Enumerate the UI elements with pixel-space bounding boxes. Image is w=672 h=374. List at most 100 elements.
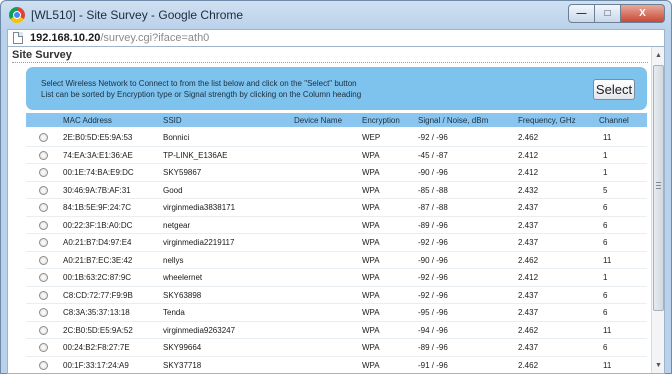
network-radio-button[interactable] <box>39 150 48 160</box>
address-bar[interactable]: 192.168.10.20/survey.cgi?iface=ath0 <box>7 29 665 47</box>
network-radio-button[interactable] <box>39 273 48 282</box>
encryption-cell: WPA <box>362 185 380 195</box>
frequency-cell: 2.437 <box>518 220 539 230</box>
signal-cell: -90 / -96 <box>418 255 448 265</box>
mac-cell: 30:46:9A:7B:AF:31 <box>63 185 131 195</box>
frequency-cell: 2.462 <box>518 360 539 370</box>
encryption-cell: WPA <box>362 220 380 230</box>
network-list: 2E:B0:5D:E5:9A:53 Bonnici WEP -92 / -96 2.46… <box>26 129 647 374</box>
frequency-cell: 2.432 <box>518 185 539 195</box>
title-bar[interactable]: [WL510] - Site Survey - Google Chrome — … <box>1 1 671 29</box>
channel-cell: 5 <box>603 185 608 195</box>
table-row[interactable]: 00:1B:63:2C:87:9C wheelernet WPA -92 / -96 2… <box>26 269 647 287</box>
encryption-cell: WPA <box>362 273 380 282</box>
header-signal-noise[interactable]: Signal / Noise, dBm <box>418 116 488 125</box>
channel-cell: 6 <box>603 238 608 247</box>
mac-cell: 00:24:B2:F8:27:7E <box>63 343 130 352</box>
table-row[interactable]: C8:CD:72:77:F9:9B SKY63898 WPA -92 / -96 2.4… <box>26 287 647 304</box>
maximize-button[interactable]: □ <box>595 4 621 23</box>
ssid-cell: SKY99664 <box>163 343 202 352</box>
table-row[interactable]: 30:46:9A:7B:AF:31 Good WPA -85 / -88 2.432 5 <box>26 182 647 199</box>
network-radio-button[interactable] <box>39 168 48 177</box>
ssid-cell: Tenda <box>163 308 185 317</box>
encryption-cell: WPA <box>362 343 380 352</box>
frequency-cell: 2.437 <box>518 343 539 352</box>
ssid-cell: netgear <box>163 220 191 230</box>
vertical-scrollbar[interactable]: ▲ ▼ <box>651 47 664 373</box>
table-row[interactable]: 00:1F:33:17:24:A9 SKY37718 WPA -91 / -96 2.4… <box>26 357 647 374</box>
ssid-cell: TP-LINK_E136AE <box>163 150 228 160</box>
mac-cell: 74:EA:3A:E1:36:AE <box>63 150 133 160</box>
encryption-cell: WPA <box>362 325 380 335</box>
table-row[interactable]: A0:21:B7:D4:97:E4 virginmedia2219117 WPA -9… <box>26 234 647 252</box>
browser-window: [WL510] - Site Survey - Google Chrome — … <box>0 0 672 374</box>
table-row[interactable]: 2C:B0:5D:E5:9A:52 virginmedia9263247 WPA -9… <box>26 322 647 339</box>
network-radio-button[interactable] <box>39 308 48 317</box>
network-radio-button[interactable] <box>39 290 48 300</box>
encryption-cell: WEP <box>362 133 381 142</box>
url-path: /survey.cgi?iface=ath0 <box>100 32 210 44</box>
mac-cell: A0:21:B7:D4:97:E4 <box>63 238 132 247</box>
mac-cell: 00:1B:63:2C:87:9C <box>63 273 132 282</box>
ssid-cell: nellys <box>163 255 184 265</box>
channel-cell: 1 <box>603 150 608 160</box>
network-radio-button[interactable] <box>39 255 48 265</box>
window-controls: — □ X <box>568 4 665 23</box>
ssid-cell: virginmedia9263247 <box>163 325 236 335</box>
network-radio-button[interactable] <box>39 203 48 212</box>
scroll-down-icon[interactable]: ▼ <box>653 360 664 371</box>
ssid-cell: Bonnici <box>163 133 190 142</box>
table-row[interactable]: A0:21:B7:EC:3E:42 nellys WPA -90 / -96 2.462… <box>26 252 647 269</box>
encryption-cell: WPA <box>362 290 380 300</box>
table-row[interactable]: 84:1B:5E:9F:24:7C virginmedia3838171 WPA -8… <box>26 199 647 217</box>
signal-cell: -91 / -96 <box>418 360 448 370</box>
signal-cell: -89 / -96 <box>418 220 448 230</box>
network-radio-button[interactable] <box>39 133 48 142</box>
ssid-cell: virginmedia3838171 <box>163 203 236 212</box>
page-content: Site Survey Select Wireless Network to C… <box>7 47 665 374</box>
signal-cell: -92 / -96 <box>418 290 448 300</box>
close-button[interactable]: X <box>621 4 665 23</box>
signal-cell: -85 / -88 <box>418 185 448 195</box>
table-row[interactable]: 2E:B0:5D:E5:9A:53 Bonnici WEP -92 / -96 2.46… <box>26 129 647 147</box>
encryption-cell: WPA <box>362 308 380 317</box>
channel-cell: 1 <box>603 168 608 177</box>
network-radio-button[interactable] <box>39 343 48 352</box>
ssid-cell: SKY63898 <box>163 290 202 300</box>
table-row[interactable]: 74:EA:3A:E1:36:AE TP-LINK_E136AE WPA -45 / … <box>26 147 647 164</box>
url-text[interactable]: 192.168.10.20/survey.cgi?iface=ath0 <box>30 32 209 44</box>
page-icon <box>13 32 23 44</box>
frequency-cell: 2.412 <box>518 168 539 177</box>
minimize-button[interactable]: — <box>568 4 595 23</box>
frequency-cell: 2.412 <box>518 150 539 160</box>
scroll-up-icon[interactable]: ▲ <box>653 50 664 61</box>
network-radio-button[interactable] <box>39 238 48 247</box>
signal-cell: -92 / -96 <box>418 238 448 247</box>
ssid-cell: SKY59867 <box>163 168 202 177</box>
header-frequency: Frequency, GHz <box>518 116 576 125</box>
channel-cell: 6 <box>603 203 608 212</box>
window-title: [WL510] - Site Survey - Google Chrome <box>31 8 244 22</box>
table-row[interactable]: C8:3A:35:37:13:18 Tenda WPA -95 / -96 2.437 6 <box>26 304 647 322</box>
header-encryption[interactable]: Encryption <box>362 116 400 125</box>
table-row[interactable]: 00:24:B2:F8:27:7E SKY99664 WPA -89 / -96 2.4… <box>26 339 647 357</box>
network-radio-button[interactable] <box>39 185 48 195</box>
channel-cell: 6 <box>603 290 608 300</box>
frequency-cell: 2.437 <box>518 290 539 300</box>
scroll-thumb[interactable] <box>653 65 664 311</box>
frequency-cell: 2.462 <box>518 325 539 335</box>
encryption-cell: WPA <box>362 150 380 160</box>
section-divider <box>12 62 648 63</box>
ssid-cell: wheelernet <box>163 273 203 282</box>
table-header: MAC Address SSID Device Name Encryption … <box>26 113 647 127</box>
channel-cell: 11 <box>603 133 612 142</box>
network-radio-button[interactable] <box>39 360 48 370</box>
signal-cell: -92 / -96 <box>418 133 448 142</box>
select-button[interactable]: Select <box>593 79 635 100</box>
chrome-icon <box>9 7 25 23</box>
network-radio-button[interactable] <box>39 325 48 335</box>
instruction-line-2: List can be sorted by Encryption type or… <box>41 90 362 99</box>
table-row[interactable]: 00:22:3F:1B:A0:DC netgear WPA -89 / -96 2.43… <box>26 217 647 234</box>
network-radio-button[interactable] <box>39 220 48 230</box>
table-row[interactable]: 00:1E:74:BA:E9:DC SKY59867 WPA -90 / -96 2.4… <box>26 164 647 182</box>
